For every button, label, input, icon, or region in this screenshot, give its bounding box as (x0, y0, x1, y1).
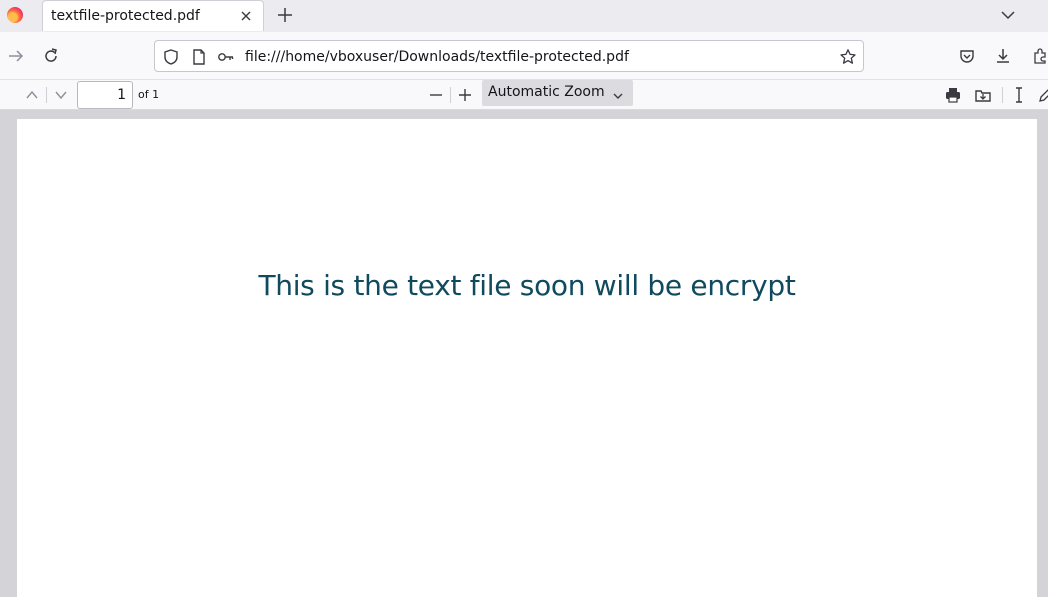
page-count-label: of 1 (138, 88, 160, 101)
tab-title: textfile-protected.pdf (51, 8, 200, 24)
previous-page-icon[interactable] (21, 84, 43, 106)
bookmark-star-icon[interactable] (839, 48, 857, 66)
extensions-icon[interactable] (1026, 42, 1048, 70)
zoom-select[interactable]: Automatic Zoom (482, 80, 633, 106)
shield-icon[interactable] (162, 48, 180, 66)
pdf-viewer[interactable]: This is the text file soon will be encry… (0, 110, 1048, 597)
forward-arrow-icon[interactable] (2, 42, 30, 70)
print-icon[interactable] (942, 84, 964, 106)
url-bar[interactable]: file:///home/vboxuser/Downloads/textfile… (154, 40, 864, 72)
toolbar-divider (1002, 87, 1003, 103)
list-all-tabs-icon[interactable] (998, 5, 1018, 25)
new-tab-icon[interactable] (275, 5, 295, 25)
tab-active[interactable]: textfile-protected.pdf (42, 0, 264, 31)
key-icon[interactable] (217, 48, 235, 66)
page-number-input[interactable] (77, 81, 133, 109)
toolbar-divider (450, 87, 451, 103)
navigation-bar: file:///home/vboxuser/Downloads/textfile… (0, 32, 1048, 80)
firefox-logo-icon[interactable] (7, 7, 23, 23)
tab-strip: textfile-protected.pdf (0, 0, 1048, 32)
page-info-icon[interactable] (190, 48, 208, 66)
zoom-in-icon[interactable] (454, 84, 476, 106)
pocket-icon[interactable] (953, 42, 981, 70)
toolbar-divider (46, 87, 47, 103)
url-text[interactable]: file:///home/vboxuser/Downloads/textfile… (245, 49, 629, 65)
text-select-icon[interactable] (1008, 84, 1030, 106)
pdf-page[interactable]: This is the text file soon will be encry… (17, 119, 1037, 597)
downloads-icon[interactable] (989, 42, 1017, 70)
pdf-body-text: This is the text file soon will be encry… (258, 269, 796, 302)
zoom-select-value: Automatic Zoom (488, 84, 605, 100)
reload-icon[interactable] (37, 42, 65, 70)
pdf-toolbar: of 1 Automatic Zoom (0, 80, 1048, 110)
chevron-down-icon (612, 87, 624, 106)
draw-pen-icon[interactable] (1034, 84, 1048, 106)
close-tab-icon[interactable] (237, 7, 255, 25)
save-download-icon[interactable] (972, 84, 994, 106)
zoom-out-icon[interactable] (425, 84, 447, 106)
next-page-icon[interactable] (50, 84, 72, 106)
